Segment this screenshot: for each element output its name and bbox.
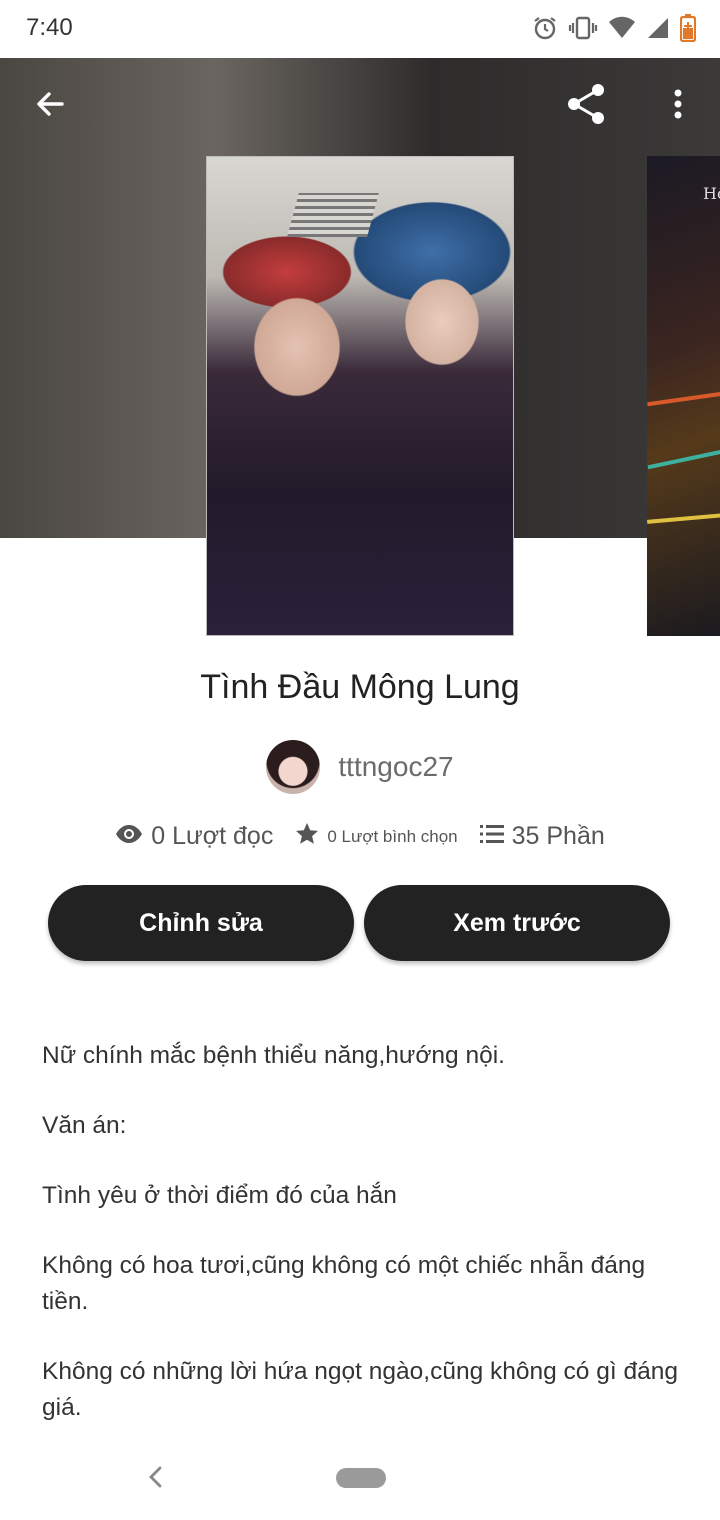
cover-light-streak — [647, 389, 720, 407]
reads-stat: 0 Lượt đọc — [115, 822, 273, 851]
story-title: Tình Đầu Mông Lung — [200, 668, 520, 706]
cover-light-streak — [647, 512, 720, 524]
author-row[interactable]: tttngoc27 — [0, 740, 720, 794]
share-button[interactable] — [558, 78, 614, 134]
wifi-icon — [608, 16, 636, 45]
list-icon — [479, 824, 504, 849]
edit-button[interactable]: Chỉnh sửa — [48, 885, 354, 961]
author-name[interactable]: tttngoc27 — [338, 751, 453, 783]
description-paragraph: Văn án: — [42, 1112, 127, 1139]
chevron-left-icon — [148, 1466, 164, 1493]
votes-stat: 0 Lượt bình chọn — [295, 822, 458, 851]
description-paragraph: Không có hoa tươi,cũng không có một chiế… — [42, 1252, 646, 1315]
back-button[interactable] — [22, 78, 78, 134]
parts-stat[interactable]: 35 Phần — [479, 822, 605, 851]
parts-count[interactable]: 35 Phần — [512, 822, 605, 851]
description-paragraph: Nữ chính mắc bệnh thiểu năng,hướng nội. — [42, 1042, 505, 1069]
status-icons — [532, 14, 697, 47]
alarm-icon — [532, 15, 558, 46]
story-description: Nữ chính mắc bệnh thiểu năng,hướng nội. … — [42, 1038, 682, 1460]
story-cover-image[interactable] — [206, 156, 514, 636]
more-vertical-icon — [673, 89, 683, 124]
signal-icon — [646, 16, 670, 45]
eye-icon — [115, 824, 143, 849]
cover-photo-detail — [287, 193, 379, 237]
nav-back-button[interactable] — [144, 1462, 168, 1496]
cover-light-streak — [647, 446, 720, 470]
share-icon — [564, 82, 608, 131]
battery-icon — [679, 14, 697, 47]
description-paragraph: Không có những lời hứa ngọt ngào,cũng kh… — [42, 1358, 678, 1421]
preview-button[interactable]: Xem trước — [364, 885, 670, 961]
vibrate-icon — [568, 15, 598, 46]
nav-home-pill[interactable] — [336, 1468, 386, 1488]
story-stats: 0 Lượt đọc 0 Lượt bình chọn 35 Phần — [0, 822, 720, 851]
next-cover-text: Hồ — [703, 184, 720, 203]
votes-count: 0 Lượt bình chọn — [327, 826, 458, 846]
next-story-cover[interactable]: Hồ — [647, 156, 720, 636]
star-icon — [295, 822, 319, 851]
status-time: 7:40 — [26, 14, 73, 41]
reads-count: 0 Lượt đọc — [151, 822, 274, 850]
description-paragraph: Tình yêu ở thời điểm đó của hắn — [42, 1182, 397, 1209]
system-nav-bar — [0, 1440, 720, 1520]
more-options-button[interactable] — [650, 78, 706, 134]
avatar[interactable] — [266, 740, 321, 794]
arrow-left-icon — [34, 88, 66, 125]
status-bar: 7:40 — [0, 0, 720, 58]
